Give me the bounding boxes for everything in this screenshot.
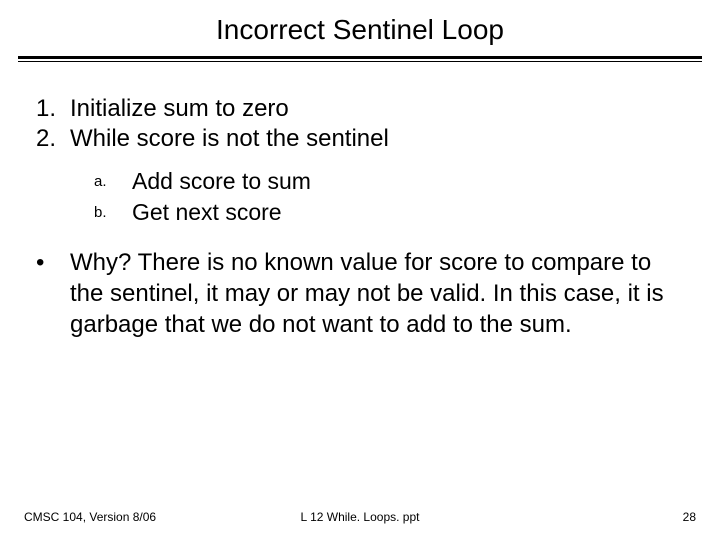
footer-center: L 12 While. Loops. ppt xyxy=(301,510,420,524)
item-text: Get next score xyxy=(132,197,282,228)
bullet-dot: • xyxy=(36,248,70,340)
list-item: 1. Initialize sum to zero xyxy=(36,94,684,124)
item-number: 1. xyxy=(36,94,70,124)
slide-body: 1. Initialize sum to zero 2. While score… xyxy=(0,62,720,340)
item-text: Initialize sum to zero xyxy=(70,94,289,124)
bullet-text: Why? There is no known value for score t… xyxy=(70,248,684,340)
footer-left: CMSC 104, Version 8/06 xyxy=(24,510,156,524)
item-marker: b. xyxy=(94,197,132,228)
list-item: 2. While score is not the sentinel xyxy=(36,124,684,154)
footer-right: 28 xyxy=(683,510,696,524)
item-text: While score is not the sentinel xyxy=(70,124,389,154)
bullet-item: • Why? There is no known value for score… xyxy=(36,248,684,340)
list-item: b. Get next score xyxy=(94,197,684,228)
item-text: Add score to sum xyxy=(132,166,311,197)
slide-title: Incorrect Sentinel Loop xyxy=(0,0,720,56)
item-number: 2. xyxy=(36,124,70,154)
numbered-list: 1. Initialize sum to zero 2. While score… xyxy=(36,94,684,154)
item-marker: a. xyxy=(94,166,132,197)
sub-list: a. Add score to sum b. Get next score xyxy=(94,166,684,228)
slide-footer: CMSC 104, Version 8/06 L 12 While. Loops… xyxy=(0,510,720,524)
list-item: a. Add score to sum xyxy=(94,166,684,197)
